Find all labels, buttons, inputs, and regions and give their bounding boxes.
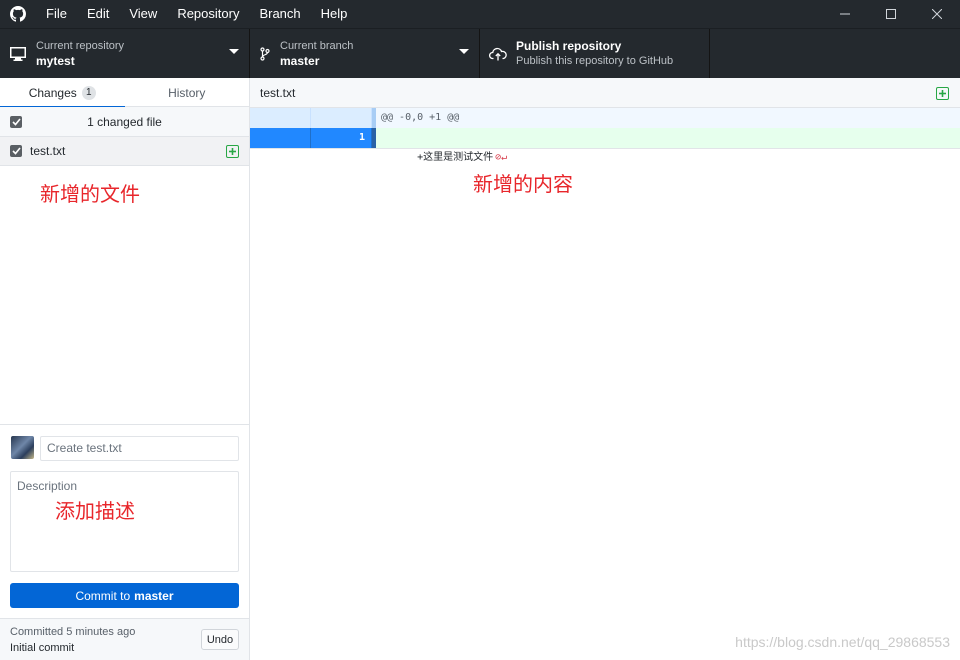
desktop-icon: [0, 46, 36, 61]
diff-header: test.txt: [250, 78, 960, 108]
publish-caption: Publish this repository to GitHub: [516, 54, 674, 67]
file-added-icon: [226, 145, 239, 158]
list-item[interactable]: test.txt: [0, 137, 249, 166]
new-line-number: 1: [311, 128, 372, 148]
commit-panel: Create test.txt Description 添加描述 Commit …: [0, 424, 249, 660]
current-branch-dropdown[interactable]: Current branch master: [250, 29, 480, 78]
chevron-down-icon: [229, 49, 239, 54]
commit-button-branch: master: [134, 588, 174, 603]
menu-file[interactable]: File: [36, 0, 77, 28]
branch-icon: [250, 46, 280, 61]
chevron-down-icon: [459, 49, 469, 54]
new-line-gutter: [311, 108, 372, 128]
old-line-gutter: [250, 128, 311, 148]
changes-sidebar: Changes 1 History 1 changed file test.tx…: [0, 78, 250, 660]
github-logo-icon: [0, 0, 36, 28]
tab-history[interactable]: History: [125, 78, 250, 107]
repository-name: mytest: [36, 53, 75, 68]
maximize-icon[interactable]: [868, 0, 914, 28]
annotation-new-content: 新增的内容: [473, 172, 573, 196]
minimize-icon[interactable]: [822, 0, 868, 28]
changed-files-summary: 1 changed file: [87, 114, 162, 129]
commit-button-prefix: Commit to: [75, 588, 131, 603]
cloud-upload-icon: [480, 47, 516, 61]
publish-title: Publish repository: [516, 38, 622, 53]
last-commit-bar: Committed 5 minutes ago Initial commit U…: [0, 618, 249, 660]
diff-file-name: test.txt: [260, 85, 296, 100]
tab-history-label: History: [168, 85, 206, 100]
publish-repository-button[interactable]: Publish repository Publish this reposito…: [480, 29, 710, 78]
menu-branch[interactable]: Branch: [249, 0, 310, 28]
watermark: https://blog.csdn.net/qq_29868553: [735, 634, 950, 650]
description-placeholder: Description: [17, 479, 78, 493]
added-line-row[interactable]: 1 +这里是测试文件 ⊘↵: [250, 128, 960, 163]
menu-edit[interactable]: Edit: [77, 0, 119, 28]
old-line-gutter: [250, 108, 311, 128]
window-controls: [822, 0, 960, 28]
no-newline-icon: ⊘↵: [495, 152, 508, 163]
commit-button[interactable]: Commit to master: [10, 583, 239, 608]
branch-caption: Current branch: [280, 39, 354, 52]
menu-bar: File Edit View Repository Branch Help: [36, 0, 357, 28]
file-name: test.txt: [30, 144, 66, 158]
added-line-text: +这里是测试文件: [417, 152, 494, 163]
sidebar-tabs: Changes 1 History: [0, 78, 250, 108]
divider: [250, 148, 960, 149]
toolbar: Current repository mytest Current branch…: [0, 28, 960, 78]
changes-count-badge: 1: [81, 85, 96, 100]
tab-changes-label: Changes: [28, 85, 77, 100]
commit-summary-input[interactable]: Create test.txt: [40, 436, 239, 461]
annotation-new-file: 新增的文件: [40, 182, 140, 206]
menu-help[interactable]: Help: [311, 0, 358, 28]
file-checkbox[interactable]: [10, 145, 22, 157]
diff-view: test.txt @@ -0,0 +1 @@ 1 +这里是测试文件 ⊘↵ 新增的内…: [250, 78, 960, 660]
file-added-icon: [936, 87, 949, 100]
added-line-content: +这里是测试文件 ⊘↵: [376, 128, 507, 163]
avatar: [11, 436, 34, 459]
hunk-header-row[interactable]: @@ -0,0 +1 @@: [250, 108, 960, 128]
select-all-checkbox[interactable]: [10, 115, 22, 128]
menu-repository[interactable]: Repository: [167, 0, 249, 28]
annotation-add-description: 添加描述: [55, 499, 135, 523]
close-icon[interactable]: [914, 0, 960, 28]
hunk-header: @@ -0,0 +1 @@: [381, 112, 460, 123]
last-commit-time: Committed 5 minutes ago: [10, 626, 136, 638]
menu-view[interactable]: View: [119, 0, 167, 28]
current-repository-dropdown[interactable]: Current repository mytest: [0, 29, 250, 78]
title-bar: File Edit View Repository Branch Help: [0, 0, 960, 28]
repository-caption: Current repository: [36, 39, 125, 52]
undo-button[interactable]: Undo: [201, 629, 239, 650]
changed-files-header: 1 changed file: [0, 107, 249, 137]
last-commit-message: Initial commit: [10, 642, 75, 654]
tab-changes[interactable]: Changes 1: [0, 78, 125, 108]
branch-name: master: [280, 53, 320, 68]
